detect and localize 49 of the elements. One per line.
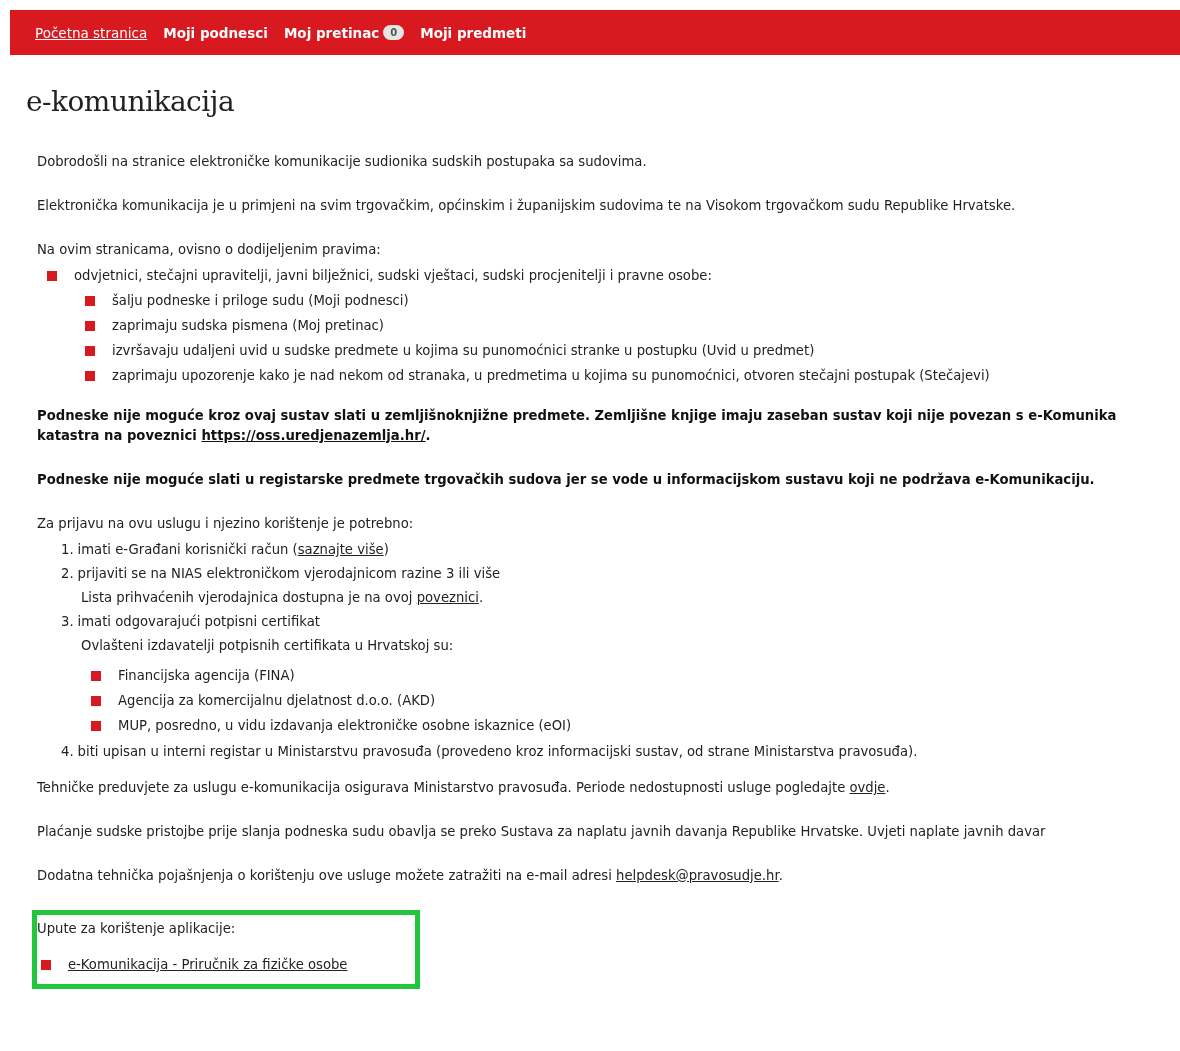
paragraph: Plaćanje sudske pristojbe prije slanja podneska sudu obavlja se preko Sustava za naplatu javnih davanja Republike Hrvatske. Uvjeti naplate javnih davar <box>37 823 1046 841</box>
bullet-icon <box>85 371 95 381</box>
list-item-text: zaprimaju sudska pismena (Moj pretinac) <box>112 317 384 335</box>
list-item-text: Agencija za komercijalnu djelatnost d.o.o. (AKD) <box>118 692 436 710</box>
link[interactable]: e-Komunikacija - Priručnik za fizičke osobe <box>68 955 348 975</box>
link[interactable]: https://oss.uredjenazemlja.hr/ <box>201 428 426 443</box>
bullet-icon <box>47 271 57 281</box>
bullet-icon <box>91 696 101 706</box>
list-item-text: imati e-Građani korisnički račun (saznajte više) <box>77 541 389 559</box>
bullet-icon <box>91 671 101 681</box>
list-item-text: izvršavaju udaljeni uvid u sudske predmete u kojima su punomoćnici stranke u postupku (Uvid u predmet) <box>112 342 815 360</box>
paragraph: Na ovim stranicama, ovisno o dodijeljenim pravima: <box>37 241 381 259</box>
bullet-icon <box>91 721 101 731</box>
paragraph: Upute za korištenje aplikacije: <box>37 920 236 938</box>
list-number: 2. <box>61 565 74 583</box>
nav-link[interactable]: Početna stranica <box>35 24 148 41</box>
paragraph: Podneske nije moguće slati u registarske predmete trgovačkih sudova jer se vode u informacijskom sustavu koji ne podržava e-Komunikaciju. <box>37 471 1095 489</box>
list-item-text: zaprimaju upozorenje kako je nad nekom od stranaka, u predmetima u kojima su punomoćnici, otvoren stečajni postupak (Stečajevi) <box>112 367 990 385</box>
paragraph: Dobrodošli na stranice elektroničke komunikacije sudionika sudskih postupaka sa sudovima. <box>37 153 647 171</box>
list-note: Ovlašteni izdavatelji potpisnih certifikata u Hrvatskoj su: <box>81 638 454 653</box>
bullet-icon <box>85 346 95 356</box>
list-item-text: odvjetnici, stečajni upravitelji, javni bilježnici, sudski vještaci, sudski procjenitelji i pravne osobe: <box>74 267 712 285</box>
paragraph: Dodatna tehnička pojašnjenja o korištenju ove usluge možete zatražiti na e-mail adresi helpdesk@pravosudje.hr. <box>37 867 783 885</box>
list-item-text: Financijska agencija (FINA) <box>118 667 295 685</box>
bullet-icon <box>85 321 95 331</box>
bullet-icon <box>85 296 95 306</box>
link[interactable]: helpdesk@pravosudje.hr <box>616 868 779 883</box>
nav-link[interactable]: Moji predmeti <box>420 24 527 41</box>
list-item-text: biti upisan u interni registar u Ministarstvu pravosuđa (provedeno kroz informacijski sustav, od strane Ministarstva pravosuđa). <box>77 743 918 761</box>
list-number: 4. <box>61 743 74 761</box>
page-title: e-komunikacija <box>26 85 236 118</box>
paragraph: Tehničke preduvjete za uslugu e-komunikacija osigurava Ministarstvo pravosuđa. Periode nedostupnosti usluge pogledajte ovdje. <box>37 779 890 797</box>
list-item-text: prijaviti se na NIAS elektroničkom vjerodajnicom razine 3 ili više <box>77 565 501 583</box>
nav-link[interactable]: Moj pretinac 0 <box>283 24 405 41</box>
list-item-text: šalju podneske i priloge sudu (Moji podnesci) <box>112 292 409 310</box>
nav-link[interactable]: Moji podnesci <box>163 24 268 41</box>
link[interactable]: ovdje <box>849 780 886 795</box>
bullet-icon <box>41 960 51 970</box>
paragraph: Za prijavu na ovu uslugu i njezino korištenje je potrebno: <box>37 515 414 533</box>
list-number: 1. <box>61 541 74 559</box>
list-item-text: imati odgovarajući potpisni certifikat <box>77 613 320 631</box>
paragraph: Elektronička komunikacija je u primjeni na svim trgovačkim, općinskim i županijskim sudovima te na Visokom trgovačkom sudu Republike Hrvatske. <box>37 197 1016 215</box>
list-item-text: MUP, posredno, u vidu izdavanja elektroničke osobne iskaznice (eOI) <box>118 717 572 735</box>
count-badge: 0 <box>383 25 405 40</box>
link[interactable]: poveznici <box>416 590 479 605</box>
list-note: Lista prihvaćenih vjerodajnica dostupna je na ovoj poveznici. <box>81 590 484 605</box>
paragraph: Podneske nije moguće kroz ovaj sustav slati u zemljišnoknjižne predmete. Zemljišne knjige imaju zaseban sustav koji nije povezan s e-Komunika katastra na poveznici https://oss.uredjenazemlja.hr/. <box>37 407 1117 445</box>
list-number: 3. <box>61 613 74 631</box>
link[interactable]: saznajte više <box>297 542 384 557</box>
